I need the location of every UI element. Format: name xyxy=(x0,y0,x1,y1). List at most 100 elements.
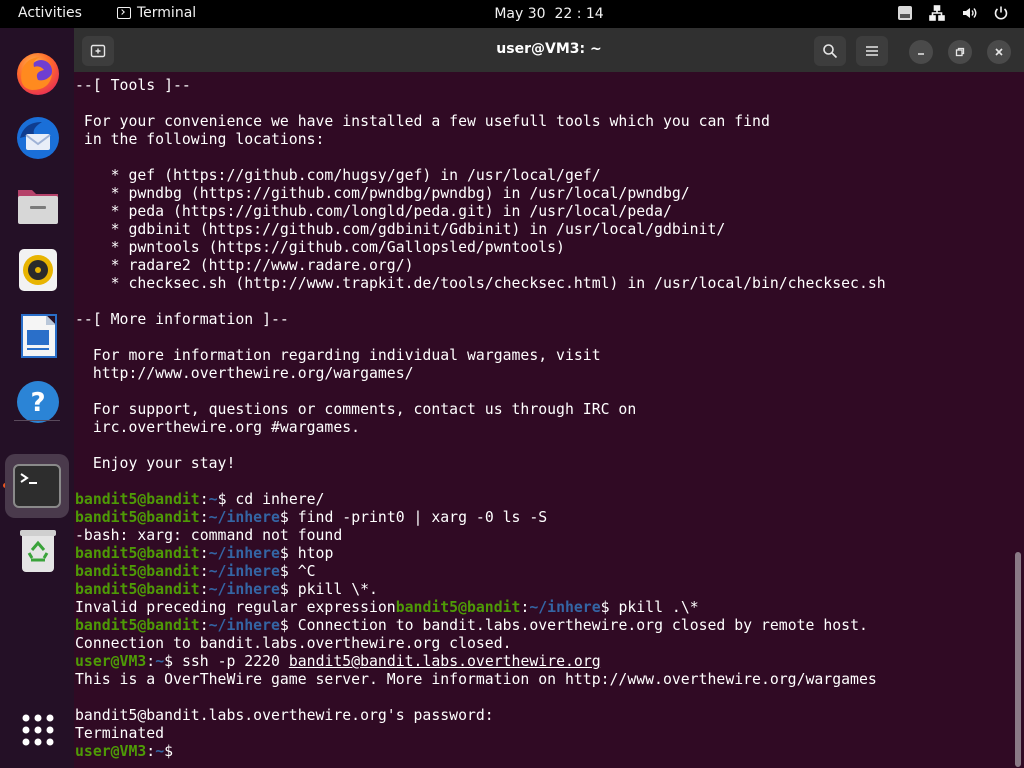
trash-icon xyxy=(20,530,56,572)
title-bar[interactable]: user@VM3: ~ xyxy=(74,28,1024,72)
terminal-text: * gdbinit (https://github.com/gdbinit/Gd… xyxy=(75,221,726,238)
terminal-icon xyxy=(13,464,61,508)
prompt-path: ~/inhere xyxy=(208,545,280,562)
terminal-line: * gef (https://github.com/hugsy/gef) in … xyxy=(75,167,601,184)
app-grid-icon xyxy=(22,714,54,746)
prompt-path: ~/inhere xyxy=(208,509,280,526)
prompt-user: bandit5@bandit xyxy=(75,491,200,508)
keyboard-layout-icon[interactable] xyxy=(896,4,914,22)
thunderbird-icon xyxy=(17,117,59,159)
terminal-line: user@VM3:~$ ssh -p 2220 bandit5@bandit.l… xyxy=(75,653,601,670)
terminal-text: $ htop xyxy=(279,545,334,562)
terminal-text: : xyxy=(199,509,209,526)
terminal-line: user@VM3:~$ xyxy=(75,743,182,760)
terminal-line: bandit5@bandit:~/inhere$ htop xyxy=(75,545,333,562)
minimize-button[interactable] xyxy=(909,40,933,64)
prompt-user: bandit5@bandit xyxy=(75,509,200,526)
terminal-line: bandit5@bandit.labs.overthewire.org's pa… xyxy=(75,707,494,724)
terminal-text: * pwndbg (https://github.com/pwndbg/pwnd… xyxy=(75,185,690,202)
menu-button[interactable] xyxy=(856,36,888,66)
dock-trash[interactable] xyxy=(12,524,64,576)
terminal-text: $ pkill \*. xyxy=(279,581,378,598)
terminal-text: --[ More information ]-- xyxy=(75,311,289,328)
system-tray[interactable] xyxy=(896,4,1010,22)
terminal-text: * peda (https://github.com/longld/peda.g… xyxy=(75,203,672,220)
terminal-text: $ pkill .\* xyxy=(600,599,699,616)
terminal-line: Enjoy your stay! xyxy=(75,455,236,472)
terminal-line: bandit5@bandit:~/inhere$ ^C xyxy=(75,563,316,580)
prompt-path: ~/inhere xyxy=(208,563,280,580)
terminal-line: bandit5@bandit:~/inhere$ pkill \*. xyxy=(75,581,378,598)
terminal-line: bandit5@bandit:~/inhere$ Connection to b… xyxy=(75,617,868,634)
terminal-area[interactable]: --[ Tools ]-- For your convenience we ha… xyxy=(74,72,1024,768)
terminal-line: For support, questions or comments, cont… xyxy=(75,401,636,418)
terminal-text: Enjoy your stay! xyxy=(75,455,236,472)
prompt-path: ~ xyxy=(155,743,165,760)
terminal-line: * pwndbg (https://github.com/pwndbg/pwnd… xyxy=(75,185,690,202)
help-icon: ? xyxy=(17,381,59,423)
prompt-path: ~/inhere xyxy=(208,617,280,634)
dock-terminal[interactable] xyxy=(5,454,69,518)
dock-show-apps[interactable] xyxy=(12,704,64,756)
terminal-text: This is a OverTheWire game server. More … xyxy=(75,671,877,688)
prompt-user: bandit5@bandit xyxy=(75,581,200,598)
terminal-text: : xyxy=(199,617,209,634)
dock-thunderbird[interactable] xyxy=(12,112,64,164)
terminal-line: This is a OverTheWire game server. More … xyxy=(75,671,877,688)
terminal-text: For more information regarding individua… xyxy=(75,347,601,364)
terminal-line: --[ Tools ]-- xyxy=(75,77,191,94)
terminal-line: irc.overthewire.org #wargames. xyxy=(75,419,360,436)
terminal-text: Invalid preceding regular expression xyxy=(75,599,396,616)
dock-files[interactable] xyxy=(12,178,64,230)
terminal-text: $ find -print0 | xarg -0 ls -S xyxy=(279,509,548,526)
terminal-text: irc.overthewire.org #wargames. xyxy=(75,419,361,436)
terminal-line: For your convenience we have installed a… xyxy=(75,113,770,130)
terminal-text: $ Connection to bandit.labs.overthewire.… xyxy=(279,617,868,634)
close-button[interactable] xyxy=(987,40,1011,64)
prompt-user: user@VM3 xyxy=(75,653,147,670)
terminal-line: For more information regarding individua… xyxy=(75,347,601,364)
search-button[interactable] xyxy=(814,36,846,66)
terminal-line: http://www.overthewire.org/wargames/ xyxy=(75,365,414,382)
terminal-text: $ ssh -p 2220 xyxy=(164,653,289,670)
terminal-line: bandit5@bandit:~/inhere$ find -print0 | … xyxy=(75,509,547,526)
terminal-text: : xyxy=(199,563,209,580)
terminal-output[interactable]: --[ Tools ]-- For your convenience we ha… xyxy=(75,77,886,761)
terminal-text: http://www.overthewire.org/wargames/ xyxy=(75,365,414,382)
terminal-text: bandit5@bandit.labs.overthewire.org's pa… xyxy=(75,707,494,724)
writer-icon xyxy=(21,314,57,358)
clock-time: 22 : 14 xyxy=(554,6,604,22)
terminal-text: Terminated xyxy=(75,725,165,742)
terminal-line: Invalid preceding regular expressionband… xyxy=(75,599,699,616)
rhythmbox-icon xyxy=(19,249,57,291)
dock-rhythmbox[interactable] xyxy=(12,244,64,296)
terminal-text: : xyxy=(146,743,156,760)
terminal-text: --[ Tools ]-- xyxy=(75,77,191,94)
svg-text:?: ? xyxy=(30,388,45,418)
terminal-window: user@VM3: ~ --[ Tools ]-- For your conve… xyxy=(74,28,1024,768)
dock-firefox[interactable] xyxy=(12,48,64,100)
terminal-text: For your convenience we have installed a… xyxy=(75,113,770,130)
terminal-line: * gdbinit (https://github.com/gdbinit/Gd… xyxy=(75,221,726,238)
terminal-text: * radare2 (http://www.radare.org/) xyxy=(75,257,414,274)
terminal-text: * checksec.sh (http://www.trapkit.de/too… xyxy=(75,275,886,292)
restore-icon xyxy=(955,47,965,57)
terminal-line: Terminated xyxy=(75,725,164,742)
terminal-text: in the following locations: xyxy=(75,131,325,148)
prompt-user: bandit5@bandit xyxy=(395,599,521,616)
terminal-line: -bash: xarg: command not found xyxy=(75,527,342,544)
clock[interactable]: May 30 22 : 14 xyxy=(0,6,1024,22)
terminal-line: bandit5@bandit:~$ cd inhere/ xyxy=(75,491,324,508)
terminal-line: * radare2 (http://www.radare.org/) xyxy=(75,257,414,274)
prompt-path: ~ xyxy=(208,491,218,508)
volume-icon[interactable] xyxy=(960,4,978,22)
scrollbar[interactable] xyxy=(1015,552,1021,767)
dock-writer[interactable] xyxy=(12,310,64,362)
network-icon[interactable] xyxy=(928,4,946,22)
hamburger-menu-icon xyxy=(866,46,878,56)
close-icon xyxy=(995,48,1003,56)
power-icon[interactable] xyxy=(992,4,1010,22)
maximize-button[interactable] xyxy=(948,40,972,64)
terminal-text: : xyxy=(146,653,156,670)
prompt-path: ~/inhere xyxy=(208,581,280,598)
